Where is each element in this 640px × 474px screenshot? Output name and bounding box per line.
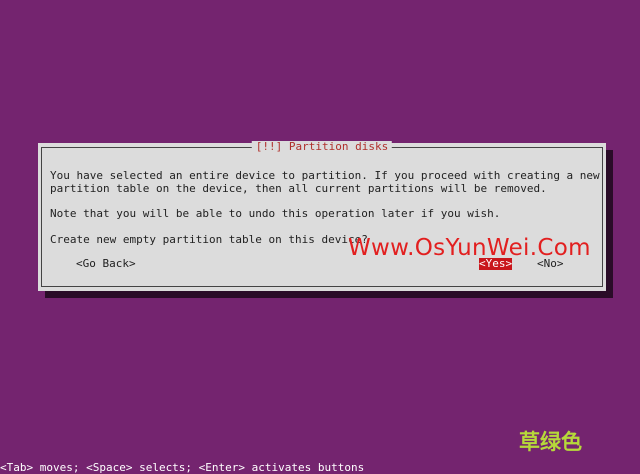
partition-dialog: [!!] Partition disks You have selected a… [38, 141, 606, 291]
go-back-button[interactable]: <Go Back> [76, 258, 136, 270]
corner-watermark: 草绿色 [519, 430, 582, 454]
dialog-title: [!!] Partition disks [251, 141, 393, 153]
status-bar: <Tab> moves; <Space> selects; <Enter> ac… [0, 461, 365, 474]
message-line-3: Note that you will be able to undo this … [50, 207, 501, 220]
message-line-4: Create new empty partition table on this… [50, 233, 368, 246]
watermark-text: Www.OsYunWei.Com [348, 235, 591, 261]
message-line-1: You have selected an entire device to pa… [50, 169, 600, 182]
message-line-2: partition table on the device, then all … [50, 182, 547, 195]
